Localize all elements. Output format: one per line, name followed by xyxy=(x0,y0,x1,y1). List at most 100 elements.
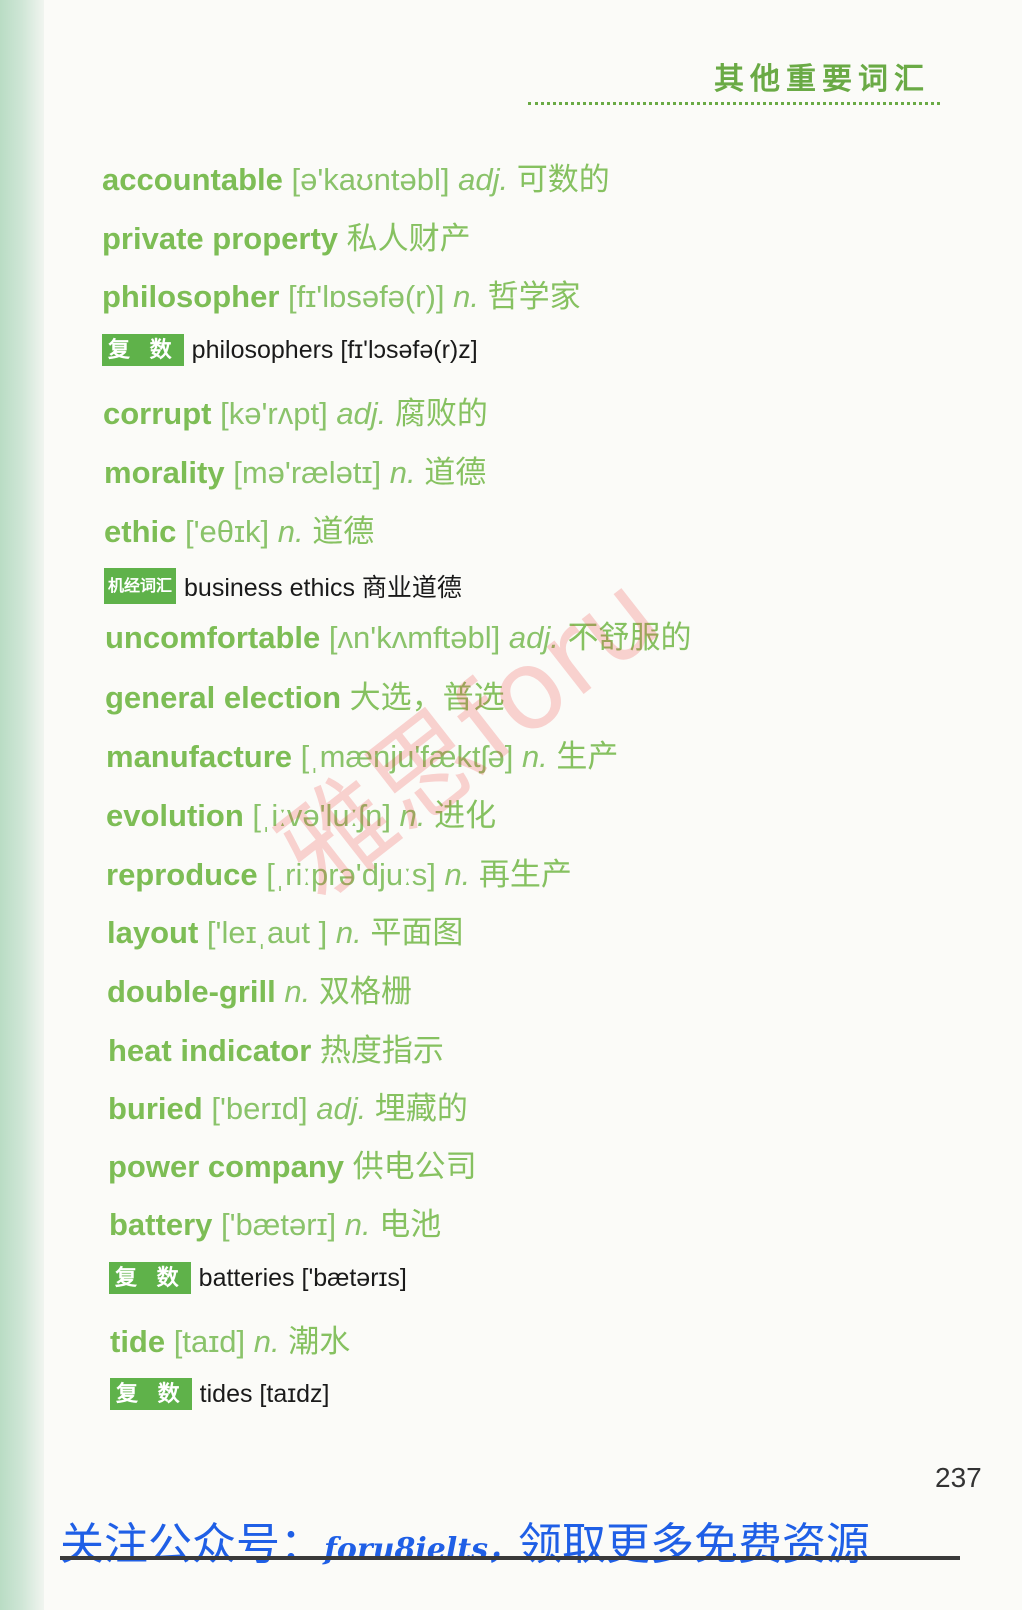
vocab-entry: evolution [ˌiːvə'luːʃn] n. 进化 xyxy=(106,790,496,835)
chinese-meaning: 热度指示 xyxy=(319,1033,444,1069)
entry-tag: 复 数 xyxy=(102,334,184,366)
vocab-entry: philosopher [fɪ'lɒsəfə(r)] n. 哲学家 xyxy=(102,271,581,316)
phonetic: [taɪd] xyxy=(173,1324,246,1359)
sub-entry-text: philosophers [fɪ'lɔsəfə(r)z] xyxy=(191,335,478,364)
vocab-entry: morality [mə'rælətɪ] n. 道德 xyxy=(104,447,486,492)
chinese-meaning: 供电公司 xyxy=(352,1149,477,1185)
vocab-entry: battery ['bætərɪ] n. 电池 xyxy=(109,1199,441,1244)
sub-entry: 复 数 batteries ['bætərɪs] xyxy=(109,1262,407,1294)
entry-tag: 机经词汇 xyxy=(104,568,177,604)
section-title: 其他重要词汇 xyxy=(714,62,930,97)
vocab-entry: uncomfortable [ʌn'kʌmftəbl] adj. 不舒服的 xyxy=(105,612,691,657)
footer-right-text: 领取更多免费资源 xyxy=(518,1519,871,1570)
entry-tag: 复 数 xyxy=(110,1378,192,1410)
footer-account-name: foru8ielts， xyxy=(324,1532,519,1567)
headword: power company xyxy=(108,1149,344,1184)
vocab-entry: layout ['leɪˌaut ] n. 平面图 xyxy=(107,907,463,952)
chinese-meaning: 不舒服的 xyxy=(567,620,692,656)
headword: double-grill xyxy=(107,974,276,1009)
headword: general election xyxy=(105,680,342,715)
phonetic: [ˌriːprə'djuːs] xyxy=(266,857,436,892)
headword: manufacture xyxy=(106,739,293,774)
chinese-meaning: 电池 xyxy=(379,1207,442,1243)
vocab-entry: tide [taɪd] n. 潮水 xyxy=(110,1316,350,1361)
headword: tide xyxy=(110,1324,166,1359)
phonetic: [mə'rælətɪ] xyxy=(233,455,382,490)
phonetic: ['leɪˌaut ] xyxy=(206,915,328,950)
part-of-speech: n. xyxy=(453,279,479,314)
headword: reproduce xyxy=(106,857,258,892)
chinese-meaning: 可数的 xyxy=(516,162,610,198)
header-dotted-rule xyxy=(528,102,940,105)
sub-entry-text: business ethics 商业道德 xyxy=(184,574,462,602)
headword: uncomfortable xyxy=(105,620,321,655)
part-of-speech: adj. xyxy=(316,1091,367,1126)
chinese-meaning: 再生产 xyxy=(478,857,572,893)
headword: heat indicator xyxy=(108,1033,312,1068)
vocab-entry: power company 供电公司 xyxy=(108,1141,477,1186)
sub-entry-text: tides [taɪdz] xyxy=(199,1379,330,1408)
part-of-speech: adj. xyxy=(336,396,387,431)
chinese-meaning: 道德 xyxy=(424,455,487,491)
chinese-meaning: 大选，普选 xyxy=(349,680,505,716)
headword: battery xyxy=(109,1207,213,1242)
phonetic: [ʌn'kʌmftəbl] xyxy=(328,620,501,655)
part-of-speech: n. xyxy=(335,915,362,950)
phonetic: [fɪ'lɒsəfə(r)] xyxy=(288,279,445,314)
page-number: 237 xyxy=(935,1462,982,1493)
headword: buried xyxy=(108,1091,203,1126)
part-of-speech: n. xyxy=(444,857,471,892)
vocab-entry: double-grill n. 双格栅 xyxy=(107,966,412,1011)
footer-banner: 关注公众号：foru8ielts，领取更多免费资源 xyxy=(60,1508,870,1572)
phonetic: ['bætərɪ] xyxy=(221,1207,337,1242)
vocab-entry: ethic ['eθɪk] n. 道德 xyxy=(104,506,374,551)
phonetic: [kə'rʌpt] xyxy=(220,396,328,431)
chinese-meaning: 进化 xyxy=(434,798,497,834)
chinese-meaning: 潮水 xyxy=(288,1324,351,1360)
chinese-meaning: 哲学家 xyxy=(487,279,581,315)
vocab-entry: general election 大选，普选 xyxy=(105,672,505,717)
footer-rule xyxy=(60,1556,960,1560)
phonetic: [ˌmænju'fæktʃə] xyxy=(300,739,514,774)
vocab-entry: private property 私人财产 xyxy=(102,213,471,258)
phonetic: [ˌiːvə'luːʃn] xyxy=(252,798,391,833)
headword: corrupt xyxy=(103,396,212,431)
headword: philosopher xyxy=(102,279,280,314)
vocab-entry: corrupt [kə'rʌpt] adj. 腐败的 xyxy=(103,388,488,433)
chinese-meaning: 道德 xyxy=(312,514,375,550)
headword: layout xyxy=(107,915,199,950)
vocab-entry: heat indicator 热度指示 xyxy=(108,1025,444,1070)
chinese-meaning: 腐败的 xyxy=(394,396,488,432)
part-of-speech: n. xyxy=(277,514,304,549)
vocab-entry: manufacture [ˌmænju'fæktʃə] n. 生产 xyxy=(106,731,618,776)
headword: private property xyxy=(102,221,339,256)
phonetic: [ə'kaʊntəbl] xyxy=(291,162,450,197)
part-of-speech: n. xyxy=(253,1324,280,1359)
headword: evolution xyxy=(106,798,244,833)
part-of-speech: n. xyxy=(389,455,416,490)
chinese-meaning: 私人财产 xyxy=(346,221,471,257)
entry-tag: 复 数 xyxy=(109,1262,191,1294)
chinese-meaning: 双格栅 xyxy=(318,974,412,1010)
page-header: 其他重要词汇 xyxy=(714,54,930,98)
sub-entry-text: batteries ['bætərɪs] xyxy=(198,1263,407,1292)
chinese-meaning: 埋藏的 xyxy=(374,1091,468,1127)
part-of-speech: adj. xyxy=(458,162,509,197)
part-of-speech: n. xyxy=(521,739,548,774)
phonetic: ['eθɪk] xyxy=(184,514,270,549)
part-of-speech: n. xyxy=(284,974,311,1009)
headword: ethic xyxy=(104,514,177,549)
headword: accountable xyxy=(102,162,283,197)
sub-entry: 机经词汇 business ethics 商业道德 xyxy=(104,568,462,604)
part-of-speech: adj. xyxy=(508,620,559,655)
footer-left-text: 关注公众号： xyxy=(60,1519,324,1570)
chinese-meaning: 生产 xyxy=(556,739,619,775)
phonetic: ['berɪd] xyxy=(211,1091,308,1126)
vocab-entry: buried ['berɪd] adj. 埋藏的 xyxy=(108,1083,468,1128)
vocab-entry: accountable [ə'kaʊntəbl] adj. 可数的 xyxy=(102,154,610,199)
chinese-meaning: 平面图 xyxy=(370,915,464,951)
sub-entry: 复 数 philosophers [fɪ'lɔsəfə(r)z] xyxy=(102,334,478,366)
sub-entry: 复 数 tides [taɪdz] xyxy=(110,1378,329,1410)
part-of-speech: n. xyxy=(399,798,426,833)
headword: morality xyxy=(104,455,225,490)
